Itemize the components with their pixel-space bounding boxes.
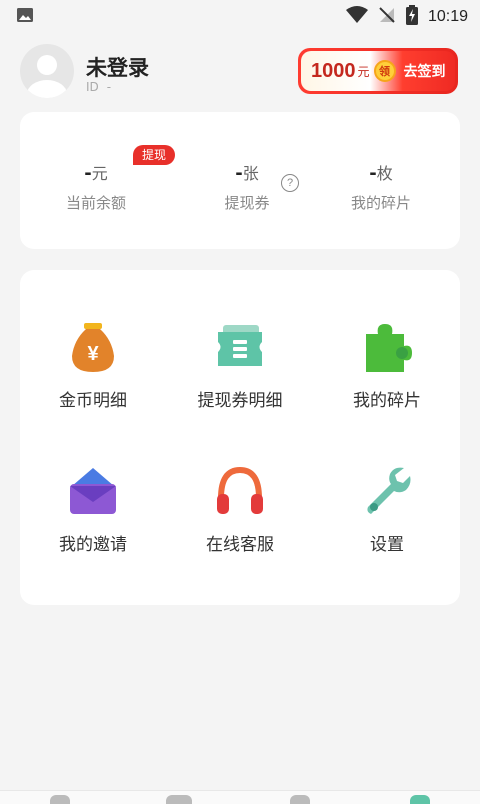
ticket-icon (218, 325, 262, 366)
menu-label-settings: 设置 (370, 535, 404, 555)
menu-label-my-fragments: 我的碎片 (353, 391, 421, 411)
nav-task-icon[interactable] (290, 795, 310, 804)
balance-label: 当前余额 (65, 194, 126, 212)
svg-text:¥: ¥ (87, 343, 99, 365)
wifi-icon (345, 6, 368, 28)
balance-card: 提现 -元 当前余额 -张 提现券 ? -枚 我的碎片 (20, 112, 460, 249)
menu-item-coin-details[interactable]: ¥ 金币明细 (20, 320, 166, 430)
balance-value: - (84, 163, 92, 184)
withdraw-badge[interactable]: 提现 (133, 145, 176, 165)
status-time: 10:19 (427, 8, 468, 25)
help-icon[interactable]: ? (281, 174, 299, 192)
headphones-icon (217, 466, 263, 514)
user-id-value: - (106, 80, 112, 94)
menu-item-my-fragments[interactable]: 我的碎片 (314, 320, 460, 430)
puzzle-icon (366, 324, 412, 372)
user-id-label: ID (86, 80, 99, 94)
nav-home-icon[interactable] (50, 795, 70, 804)
status-icons: 10:19 (345, 5, 468, 29)
image-icon (16, 6, 34, 28)
nav-chat-icon[interactable] (166, 795, 192, 804)
menu-card: ¥ 金币明细 提现券明细 我的碎片 我的邀请 在线客服 设置 (20, 270, 460, 605)
battery-charging-icon (405, 5, 418, 29)
signin-amount: 1000 (311, 59, 356, 82)
menu-label-my-invites: 我的邀请 (59, 535, 127, 555)
fragment-label: 我的碎片 (350, 194, 411, 212)
menu-item-settings[interactable]: 设置 (314, 464, 460, 574)
profile-header: 未登录 ID - 1000 元 领 去签到 (20, 44, 460, 100)
user-id: ID - (86, 80, 119, 94)
balance-stat[interactable]: -元 当前余额 (31, 164, 161, 213)
username[interactable]: 未登录 (86, 52, 149, 82)
money-bag-icon: ¥ (72, 323, 114, 372)
envelope-icon (70, 468, 116, 514)
fragment-value: - (369, 163, 377, 184)
no-signal-icon (378, 6, 396, 28)
menu-label-online-support: 在线客服 (206, 535, 274, 555)
signin-action-label: 去签到 (403, 64, 446, 80)
avatar[interactable] (20, 44, 74, 98)
wrench-icon (367, 467, 411, 514)
fragment-stat[interactable]: -枚 我的碎片 (316, 164, 446, 213)
menu-item-ticket-details[interactable]: 提现券明细 (167, 320, 313, 430)
balance-unit: 元 (91, 164, 108, 183)
ticket-value: - (235, 163, 243, 184)
menu-item-my-invites[interactable]: 我的邀请 (20, 464, 166, 574)
ticket-unit: 张 (242, 164, 259, 183)
coin-icon: 领 (373, 60, 396, 82)
menu-label-coin-details: 金币明细 (59, 391, 127, 411)
nav-mine-icon[interactable] (410, 795, 430, 804)
signin-unit: 元 (357, 64, 370, 79)
ticket-label: 提现券 (224, 194, 270, 212)
menu-item-online-support[interactable]: 在线客服 (167, 464, 313, 574)
status-bar: 10:19 (0, 0, 480, 34)
fragment-unit: 枚 (376, 164, 393, 183)
menu-label-ticket-details: 提现券明细 (197, 391, 283, 411)
default-user-icon (27, 55, 67, 98)
signin-button[interactable]: 1000 元 领 去签到 (298, 48, 458, 94)
bottom-nav (0, 790, 480, 804)
